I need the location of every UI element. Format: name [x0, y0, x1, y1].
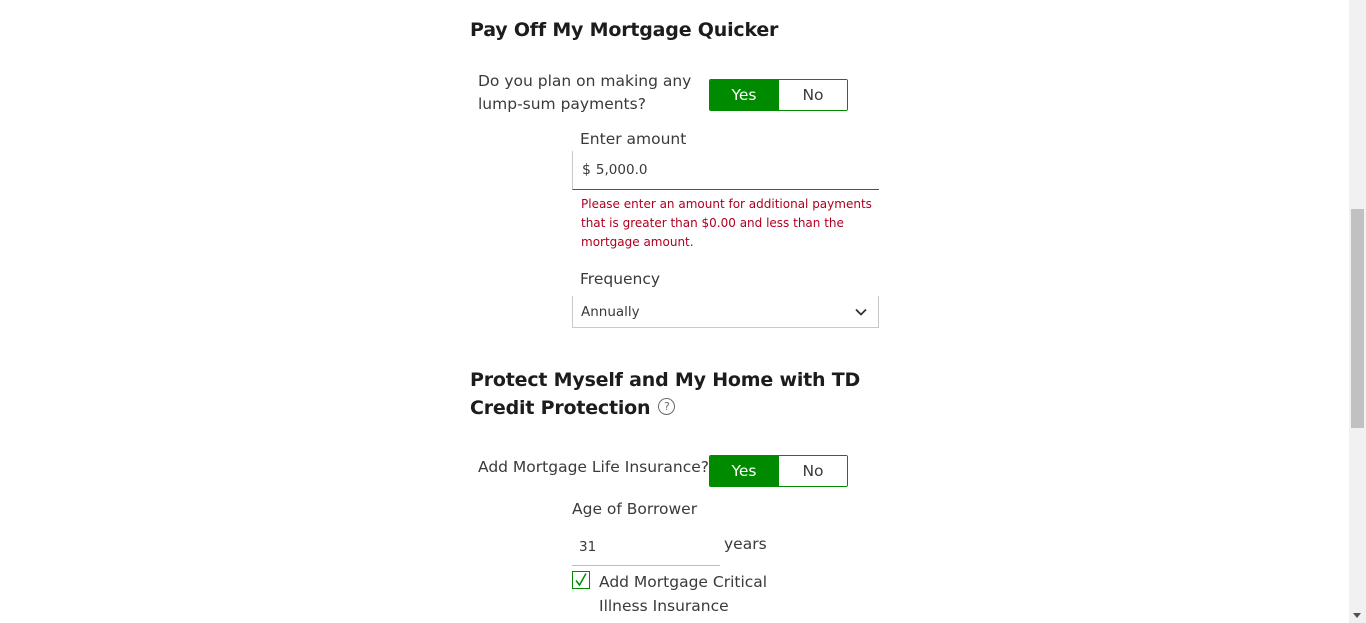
lump-sum-question: Do you plan on making any lump-sum payme…	[478, 72, 692, 113]
scroll-down-arrow-icon[interactable]	[1353, 613, 1361, 618]
frequency-label: Frequency	[580, 270, 661, 288]
life-insurance-question: Add Mortgage Life Insurance?	[478, 458, 710, 476]
frequency-select[interactable]: Annually	[572, 296, 879, 328]
amount-input[interactable]: $ 5,000.0	[572, 151, 879, 190]
lump-sum-toggle: Yes No	[709, 79, 848, 111]
age-input[interactable]: 31	[572, 528, 720, 566]
age-label: Age of Borrower	[572, 500, 698, 518]
page-scrollbar[interactable]	[1349, 0, 1366, 623]
section-title-payoff: Pay Off My Mortgage Quicker	[470, 19, 779, 41]
amount-value: 5,000.0	[595, 162, 648, 178]
section-title-protection: Protect Myself and My Home with TD Credi…	[470, 366, 890, 422]
lump-sum-no-button[interactable]: No	[778, 80, 847, 110]
age-unit-label: years	[724, 535, 767, 553]
lump-sum-yes-button[interactable]: Yes	[710, 80, 778, 110]
critical-illness-checkbox[interactable]	[572, 571, 590, 589]
amount-error-message: Please enter an amount for additional pa…	[581, 197, 872, 249]
life-insurance-yes-button[interactable]: Yes	[710, 456, 778, 486]
amount-label: Enter amount	[580, 130, 687, 148]
life-insurance-toggle: Yes No	[709, 455, 848, 487]
help-icon[interactable]: ?	[658, 398, 676, 415]
life-insurance-no-button[interactable]: No	[778, 456, 847, 486]
scrollbar-thumb[interactable]	[1351, 209, 1364, 428]
critical-illness-label: Add Mortgage Critical Illness Insurance	[599, 573, 768, 615]
frequency-value: Annually	[581, 303, 640, 320]
checkmark-icon	[575, 573, 587, 587]
chevron-down-icon	[855, 308, 867, 316]
mortgage-calculator-page: Pay Off My Mortgage Quicker Do you plan …	[0, 0, 1349, 623]
currency-prefix: $	[582, 162, 591, 178]
